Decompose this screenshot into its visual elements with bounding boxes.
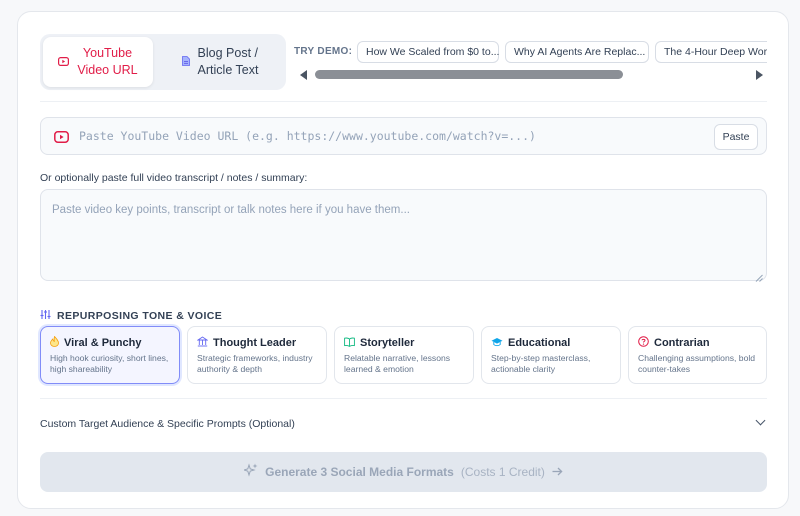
notes-label: Or optionally paste full video transcrip… <box>40 172 308 184</box>
demo-chip[interactable]: How We Scaled from $0 to... <box>357 41 499 63</box>
fire-icon <box>50 334 59 352</box>
youtube-url-input-box[interactable]: Paste YouTube Video URL (e.g. https://ww… <box>40 117 767 155</box>
arrow-right-icon <box>552 463 563 481</box>
paste-button[interactable]: Paste <box>714 124 758 150</box>
tone-name: Thought Leader <box>213 337 297 349</box>
demo-chip-strip: How We Scaled from $0 to... Why AI Agents… <box>357 41 767 65</box>
tone-option-thought-leader[interactable]: Thought Leader Strategic frameworks, ind… <box>187 326 327 384</box>
tab-label-line2: Video URL <box>77 63 138 77</box>
tone-name: Viral & Punchy <box>64 337 142 349</box>
generate-button-label: Generate 3 Social Media Formats <box>265 465 454 479</box>
scroll-left-arrow-icon[interactable] <box>300 70 307 80</box>
tab-label-line1: YouTube <box>82 46 133 60</box>
repurpose-card: YouTube Video URL Blog Post / Article Te… <box>17 11 789 509</box>
try-demo-label: TRY DEMO: <box>294 46 353 57</box>
tone-description: Challenging assumptions, bold counter-ta… <box>638 353 756 374</box>
sliders-icon <box>40 307 51 325</box>
sparkles-icon <box>242 462 258 482</box>
scroll-right-arrow-icon[interactable] <box>756 70 763 80</box>
graduation-cap-icon <box>491 334 503 352</box>
tone-name: Educational <box>508 337 571 349</box>
document-icon <box>181 53 190 71</box>
youtube-play-icon <box>54 130 69 148</box>
transcript-notes-textarea[interactable]: Paste video key points, transcript or ta… <box>40 189 767 282</box>
tone-option-educational[interactable]: Educational Step-by-step masterclass, ac… <box>481 326 621 384</box>
divider <box>40 398 767 399</box>
book-icon <box>344 334 355 352</box>
tone-name: Contrarian <box>654 337 710 349</box>
tab-blog-post-article[interactable]: Blog Post / Article Text <box>160 37 280 87</box>
tone-options: Viral & Punchy High hook curiosity, shor… <box>40 326 767 384</box>
tone-description: Strategic frameworks, industry authority… <box>197 353 313 374</box>
youtube-icon <box>58 53 70 71</box>
tone-description: Step-by-step masterclass, actionable cla… <box>491 353 591 374</box>
chevron-down-icon <box>755 415 766 426</box>
horizontal-scrollbar-thumb[interactable] <box>315 70 623 79</box>
tone-section-header: REPURPOSING TONE & VOICE <box>40 307 222 325</box>
custom-prompts-toggle[interactable]: Custom Target Audience & Specific Prompt… <box>40 414 767 430</box>
tone-option-storyteller[interactable]: Storyteller Relatable narrative, lessons… <box>334 326 474 384</box>
tab-label-line2: Article Text <box>197 63 259 77</box>
tone-option-contrarian[interactable]: Contrarian Challenging assumptions, bold… <box>628 326 767 384</box>
custom-prompts-label: Custom Target Audience & Specific Prompt… <box>40 418 295 430</box>
divider <box>40 101 767 102</box>
question-circle-icon <box>638 334 649 352</box>
input-type-tabs: YouTube Video URL Blog Post / Article Te… <box>40 34 286 90</box>
demo-chip[interactable]: Why AI Agents Are Replac... <box>505 41 649 63</box>
tone-option-viral-punchy[interactable]: Viral & Punchy High hook curiosity, shor… <box>40 326 180 384</box>
tab-label-line1: Blog Post / <box>197 46 258 60</box>
generate-cost-label: (Costs 1 Credit) <box>460 465 545 479</box>
tone-description: Relatable narrative, lessons learned & e… <box>344 353 451 374</box>
resize-handle-icon[interactable] <box>755 269 763 282</box>
tone-section-title: REPURPOSING TONE & VOICE <box>57 310 223 322</box>
tone-name: Storyteller <box>360 337 415 349</box>
youtube-url-placeholder: Paste YouTube Video URL (e.g. https://ww… <box>79 129 536 143</box>
generate-button[interactable]: Generate 3 Social Media Formats (Costs 1… <box>40 452 767 492</box>
notes-placeholder: Paste video key points, transcript or ta… <box>52 204 410 216</box>
tab-youtube-video-url[interactable]: YouTube Video URL <box>43 37 153 87</box>
demo-chip[interactable]: The 4-Hour Deep Wor <box>655 41 767 63</box>
building-icon <box>196 334 209 352</box>
tone-description: High hook curiosity, short lines, high s… <box>50 353 169 374</box>
